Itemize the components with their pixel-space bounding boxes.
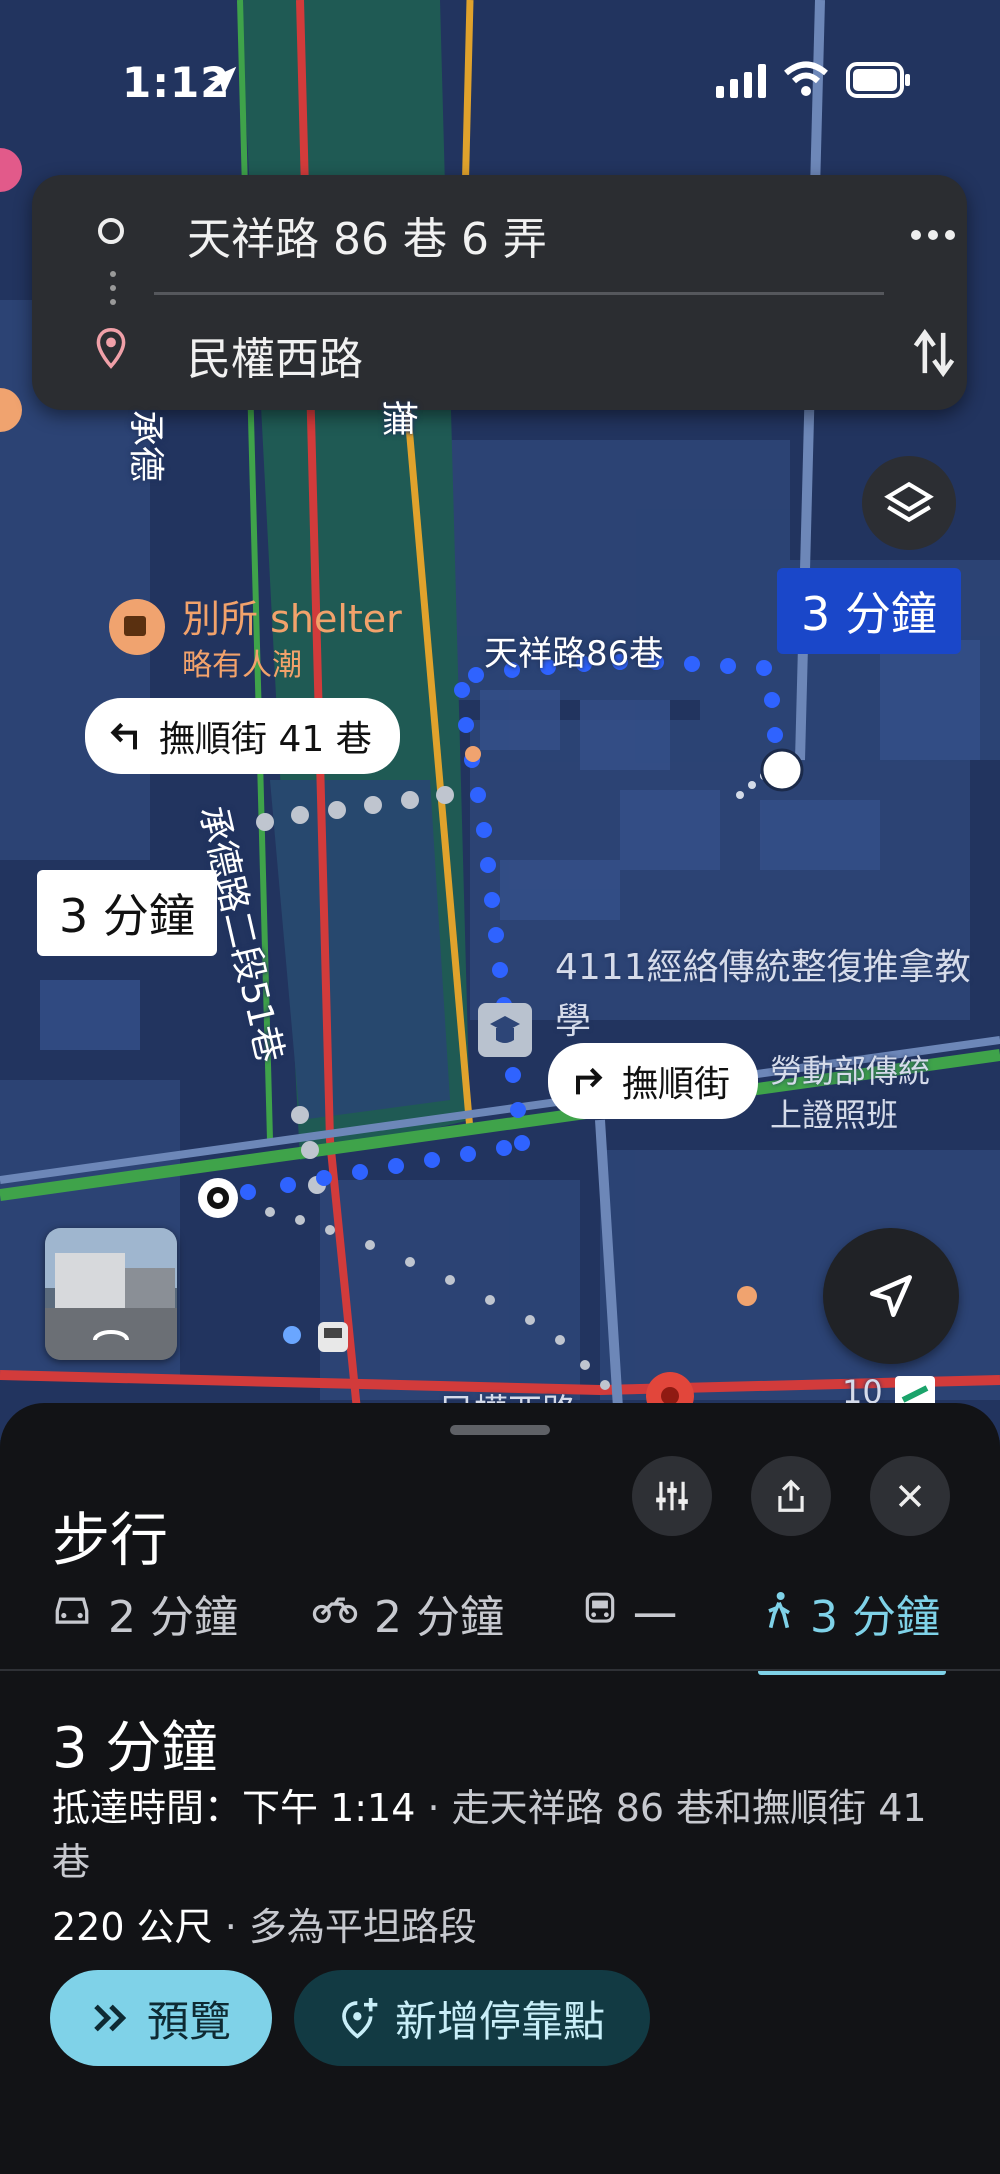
layers-icon (884, 481, 934, 523)
tab-walk[interactable]: 3 分鐘 (764, 1581, 940, 1676)
tab-transit-label: 一 (633, 1592, 677, 1643)
preview-button-label: 預覽 (146, 1996, 231, 2046)
preview-button[interactable]: 預覽 (50, 1970, 272, 2066)
turn-left-icon (110, 722, 137, 750)
battery-icon (846, 62, 910, 98)
wifi-icon (784, 61, 828, 96)
share-icon (778, 1479, 804, 1512)
transit-icon (585, 1592, 615, 1623)
route-summary: 抵達時間：下午 1:14 · 走天祥路 86 巷和撫順街 41巷 (52, 1781, 952, 1889)
place-massage-label-1[interactable]: 4111經絡傳統整復推拿教 (555, 938, 971, 990)
turn-left-bubble: 撫順街 41 巷 (85, 698, 400, 774)
travel-mode-tabs: 2 分鐘 2 分鐘 一 3 分鐘 (0, 1581, 1000, 1676)
turn-left-label: 撫順街 41 巷 (159, 719, 372, 760)
place-massage-label-2: 學 (555, 1001, 592, 1042)
cellular-signal-icon (716, 64, 766, 98)
turn-right-bubble: 撫順街 (548, 1043, 759, 1119)
route-distance-row: 220 公尺 · 多為平坦路段 (52, 1896, 477, 1951)
location-arrow-icon (207, 66, 237, 96)
add-stop-button-label: 新增停靠點 (394, 1996, 605, 2046)
street-view-image (45, 1228, 177, 1360)
add-stop-button[interactable]: 新增停靠點 (294, 1970, 650, 2066)
tab-transit[interactable]: 一 (583, 1581, 677, 1676)
origin-field[interactable]: 天祥路 86 巷 6 弄 (187, 203, 547, 267)
map-view[interactable]: 1:12 天祥路 86 巷 6 弄 民權西路 天祥路86巷 承德路二段51巷 承… (0, 0, 1000, 1440)
road-label-left-1: 承德 (125, 410, 166, 483)
tab-motorcycle-label: 2 分鐘 (374, 1592, 504, 1643)
add-location-icon (342, 1998, 378, 2039)
road-label-tianxiang: 天祥路86巷 (484, 634, 664, 674)
walk-icon (768, 1592, 790, 1629)
sheet-drag-handle[interactable] (450, 1425, 550, 1435)
motorcycle-icon (312, 1597, 358, 1623)
street-view-thumbnail[interactable] (45, 1228, 177, 1360)
place-labor-label-1[interactable]: 勞動部傳統 (770, 1046, 930, 1092)
poi-shelter-name[interactable]: 別所 shelter (182, 588, 402, 643)
road-label-left-2: 撫 (378, 400, 419, 437)
route-dots-icon (110, 271, 116, 305)
route-duration: 3 分鐘 (52, 1716, 218, 1781)
tabs-divider (0, 1669, 1000, 1671)
route-terrain: · 多為平坦路段 (212, 1905, 477, 1949)
tab-drive-label: 2 分鐘 (108, 1592, 238, 1643)
destination-pin-icon (96, 328, 126, 369)
poi-shelter-crowd: 略有人潮 (182, 648, 302, 683)
status-bar: 1:12 (0, 0, 1000, 150)
navigation-arrow-icon (870, 1275, 912, 1317)
close-button[interactable] (870, 1456, 950, 1536)
directions-sheet: 步行 2 分鐘 2 分鐘 一 3 分鐘 3 分鐘 抵達時間：下午 1:14 · … (0, 1403, 1000, 2174)
car-icon (55, 1597, 89, 1624)
tab-motorcycle[interactable]: 2 分鐘 (312, 1581, 504, 1676)
route-search-card: 天祥路 86 巷 6 弄 民權西路 (32, 175, 967, 410)
tune-icon (656, 1481, 688, 1511)
layers-button[interactable] (862, 456, 956, 550)
destination-field[interactable]: 民權西路 (187, 323, 363, 387)
my-location-button[interactable] (823, 1228, 959, 1364)
place-labor-label-2: 上證照班 (770, 1096, 899, 1134)
route-time-label-alt[interactable]: 3 分鐘 (37, 870, 217, 956)
route-distance: 220 公尺 (52, 1905, 213, 1949)
sheet-title: 步行 (52, 1506, 169, 1574)
turn-right-label: 撫順街 (622, 1064, 731, 1105)
search-divider (154, 292, 884, 295)
swap-vertical-icon[interactable] (912, 325, 956, 381)
route-options-button[interactable] (632, 1456, 712, 1536)
tab-walk-label: 3 分鐘 (810, 1592, 940, 1643)
tab-drive[interactable]: 2 分鐘 (52, 1581, 238, 1676)
close-icon (898, 1484, 922, 1508)
route-time-label-primary[interactable]: 3 分鐘 (777, 568, 961, 654)
origin-circle-icon (98, 218, 124, 244)
share-button[interactable] (751, 1456, 831, 1536)
turn-right-icon (576, 1067, 603, 1095)
arrival-time: 抵達時間：下午 1:14 (52, 1786, 416, 1830)
more-horizontal-icon[interactable] (910, 215, 956, 255)
double-chevron-right-icon (94, 2004, 127, 2032)
